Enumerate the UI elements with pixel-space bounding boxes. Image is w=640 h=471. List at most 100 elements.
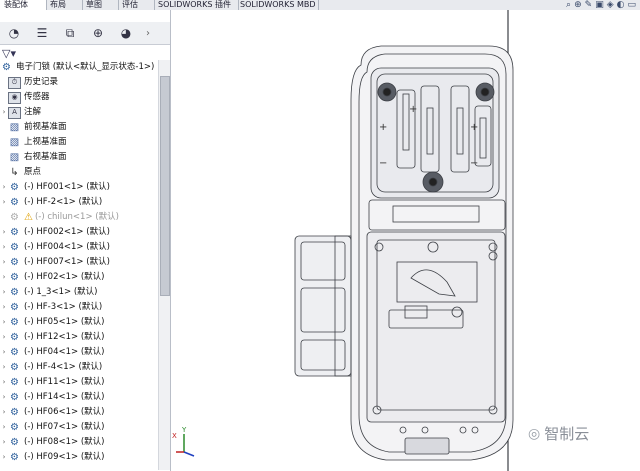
part-icon: ⚙ xyxy=(10,182,19,193)
folder-icon: ⏱ xyxy=(8,76,21,89)
tree-item-part[interactable]: › ⚙ (-) HF007<1> (默认) xyxy=(0,255,110,270)
expand-icon[interactable]: › xyxy=(0,360,8,375)
part-icon: ⚙ xyxy=(10,362,19,373)
expand-icon[interactable]: › xyxy=(0,405,8,420)
expand-icon[interactable]: › xyxy=(0,300,8,315)
expand-icon[interactable]: › xyxy=(0,285,8,300)
tree-item-part[interactable]: › ⚙ (-) HF08<1> (默认) xyxy=(0,435,105,450)
expand-icon[interactable]: › xyxy=(0,315,8,330)
tree-item-part[interactable]: › ⚙ (-) HF07<1> (默认) xyxy=(0,420,105,435)
tree-item-part[interactable]: › ⚙ (-) HF04<1> (默认) xyxy=(0,345,105,360)
filter-icon[interactable]: ▽▾ xyxy=(2,47,16,60)
tab-addins[interactable]: SOLIDWORKS 插件 xyxy=(154,0,239,10)
tree-item-label: 前视基准面 xyxy=(24,122,67,132)
tree-item-label: (-) HF-2<1> (默认) xyxy=(24,197,103,207)
triad-axes-icon xyxy=(176,434,195,457)
expand-icon[interactable]: › xyxy=(0,270,8,285)
feature-manager-icon[interactable]: ◔ xyxy=(0,22,28,44)
expand-icon[interactable]: › xyxy=(0,345,8,360)
tree-item-origin[interactable]: ↳ 原点 xyxy=(8,165,41,180)
chevron-right-icon[interactable]: › xyxy=(140,22,156,44)
tree-item-part[interactable]: › ⚙ (-) HF-3<1> (默认) xyxy=(0,300,103,315)
tree-item-label: 原点 xyxy=(24,167,42,177)
tree-item-label: (-) HF001<1> (默认) xyxy=(24,182,110,192)
expand-icon[interactable]: › xyxy=(0,105,8,120)
tree-item-label: (-) HF12<1> (默认) xyxy=(24,332,105,342)
expand-icon[interactable]: › xyxy=(0,330,8,345)
expand-icon[interactable]: › xyxy=(0,255,8,270)
tree-item-part[interactable]: › ⚙ (-) HF11<1> (默认) xyxy=(0,375,105,390)
tree-item-part[interactable]: › ⚙ (-) HF14<1> (默认) xyxy=(0,390,105,405)
tree-item-label: 传感器 xyxy=(24,92,50,102)
triad-x-label: X xyxy=(172,432,177,440)
tree-item-part[interactable]: › ⚙ (-) HF05<1> (默认) xyxy=(0,315,105,330)
tree-item-right-plane[interactable]: ▧ 右视基准面 xyxy=(8,150,67,165)
tree-item-history[interactable]: ⏱ 历史记录 xyxy=(8,75,58,90)
sensor-icon: ◉ xyxy=(8,91,21,104)
feature-tree: ⚙ 电子门锁 (默认<默认_显示状态-1>) ⏱ 历史记录 ◉ 传感器 › A … xyxy=(0,60,158,470)
tree-item-part-suppressed[interactable]: ⚙ ⚠ (-) chilun<1> (默认) xyxy=(8,210,119,225)
part-icon: ⚙ xyxy=(10,197,19,208)
tree-item-part[interactable]: › ⚙ (-) 1_3<1> (默认) xyxy=(0,285,98,300)
part-icon: ⚙ xyxy=(10,347,19,358)
part-icon: ⚙ xyxy=(10,287,19,298)
part-icon: ⚙ xyxy=(10,392,19,403)
tab-sketch[interactable]: 草图 xyxy=(82,0,119,10)
tree-item-top-plane[interactable]: ▧ 上视基准面 xyxy=(8,135,67,150)
tree-item-part[interactable]: › ⚙ (-) HF06<1> (默认) xyxy=(0,405,105,420)
tab-layout[interactable]: 布局 xyxy=(46,0,83,10)
tree-item-label: 上视基准面 xyxy=(24,137,67,147)
tree-item-part[interactable]: › ⚙ (-) HF004<1> (默认) xyxy=(0,240,110,255)
tree-root[interactable]: ⚙ 电子门锁 (默认<默认_显示状态-1>) xyxy=(0,60,154,75)
appearance-icon[interactable]: ◈ xyxy=(607,0,614,10)
view-triad: X Y xyxy=(172,426,202,461)
part-icon: ⚙ xyxy=(10,302,19,313)
tree-item-front-plane[interactable]: ▧ 前视基准面 xyxy=(8,120,67,135)
tree-item-part[interactable]: › ⚙ (-) HF-2<1> (默认) xyxy=(0,195,103,210)
tree-item-part[interactable]: › ⚙ (-) HF02<1> (默认) xyxy=(0,270,105,285)
expand-icon[interactable]: › xyxy=(0,240,8,255)
plane-icon: ▧ xyxy=(9,122,20,133)
watermark: ◎ 智制云 xyxy=(528,423,589,444)
dimxpert-icon[interactable]: ⊕ xyxy=(84,22,112,44)
expand-icon[interactable]: › xyxy=(0,390,8,405)
tab-mbd[interactable]: SOLIDWORKS MBD xyxy=(236,0,319,10)
tree-item-label: (-) HF-3<1> (默认) xyxy=(24,302,103,312)
tree-root-label: 电子门锁 (默认<默认_显示状态-1>) xyxy=(16,62,155,72)
monitor-icon[interactable]: ▭ xyxy=(627,0,636,10)
expand-icon[interactable]: › xyxy=(0,225,8,240)
tree-item-part[interactable]: › ⚙ (-) HF12<1> (默认) xyxy=(0,330,105,345)
configuration-manager-icon[interactable]: ⧉ xyxy=(56,22,84,44)
expand-icon[interactable]: › xyxy=(0,195,8,210)
tree-item-annotations[interactable]: › A 注解 xyxy=(0,105,41,120)
expand-icon[interactable]: › xyxy=(0,420,8,435)
tree-scrollbar[interactable] xyxy=(158,60,170,470)
panel-tabs: ◔ ☰ ⧉ ⊕ ◕ › xyxy=(0,22,170,45)
expand-icon[interactable]: › xyxy=(0,450,8,465)
tree-item-part[interactable]: › ⚙ (-) HF-4<1> (默认) xyxy=(0,360,103,375)
expand-icon[interactable]: › xyxy=(0,180,8,195)
display-manager-icon[interactable]: ◕ xyxy=(112,22,140,44)
scene-icon[interactable]: ◐ xyxy=(617,0,625,10)
search-icon[interactable]: ⌕ xyxy=(566,0,571,10)
display-icon[interactable]: ▣ xyxy=(595,0,604,10)
part-icon: ⚙ xyxy=(10,242,19,253)
tab-evaluate[interactable]: 评估 xyxy=(118,0,155,10)
tree-item-part[interactable]: › ⚙ (-) HF09<1> (默认) xyxy=(0,450,105,465)
part-icon: ⚙ xyxy=(10,437,19,448)
view-icon[interactable]: ✎ xyxy=(585,0,593,10)
tree-item-part[interactable]: › ⚙ (-) HF001<1> (默认) xyxy=(0,180,110,195)
property-manager-icon[interactable]: ☰ xyxy=(28,22,56,44)
graphics-area[interactable]: + − + + − xyxy=(171,10,640,471)
zoom-icon[interactable]: ⊕ xyxy=(574,0,582,10)
tree-item-sensors[interactable]: ◉ 传感器 xyxy=(8,90,50,105)
tree-item-label: (-) HF08<1> (默认) xyxy=(24,437,105,447)
tree-item-part[interactable]: › ⚙ (-) HF002<1> (默认) xyxy=(0,225,110,240)
part-icon: ⚙ xyxy=(10,257,19,268)
tab-assembly[interactable]: 装配体 xyxy=(0,0,47,10)
scrollbar-thumb[interactable] xyxy=(160,76,170,296)
expand-icon[interactable]: › xyxy=(0,435,8,450)
svg-text:+: + xyxy=(379,122,387,133)
wechat-logo-icon: ◎ xyxy=(528,425,541,442)
expand-icon[interactable]: › xyxy=(0,375,8,390)
